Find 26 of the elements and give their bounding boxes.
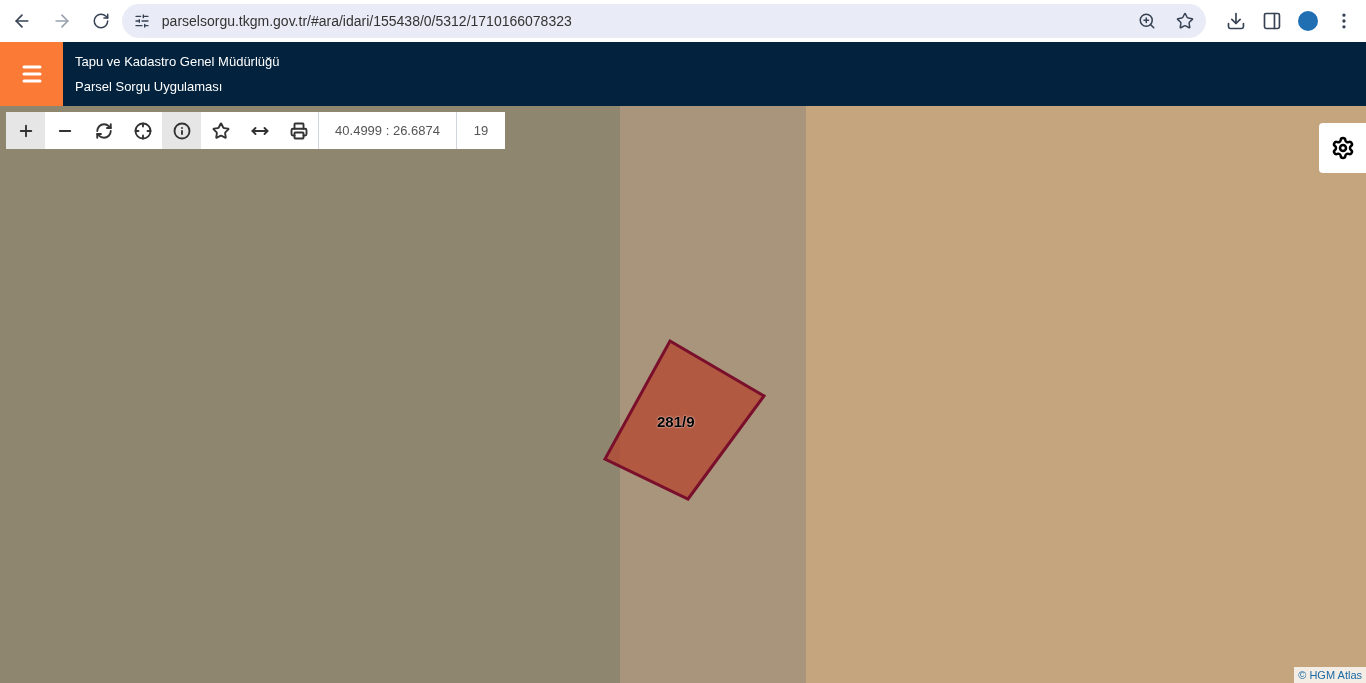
menu-button[interactable] bbox=[0, 42, 63, 106]
profile-avatar[interactable] bbox=[1298, 11, 1319, 31]
info-button[interactable] bbox=[162, 112, 201, 149]
zoom-in-button[interactable] bbox=[6, 112, 45, 149]
reload-icon[interactable] bbox=[91, 12, 110, 30]
star-icon[interactable] bbox=[211, 121, 230, 140]
parcel-polygon[interactable] bbox=[602, 338, 767, 501]
satellite-map[interactable]: 281/9 40.4999 : 26.6874 19 © HGM Atlas bbox=[0, 106, 1366, 683]
zoom-icon[interactable] bbox=[1138, 12, 1157, 30]
settings-icon[interactable] bbox=[1330, 136, 1355, 160]
address-bar[interactable]: parselsorgu.tkgm.gov.tr/#ara/idari/155438/0/5312/1710166078323 bbox=[121, 4, 1207, 38]
crosshair-icon[interactable] bbox=[133, 121, 152, 140]
zoom-level-display: 19 bbox=[456, 112, 505, 149]
bookmark-icon[interactable] bbox=[1176, 12, 1195, 30]
download-icon[interactable] bbox=[1226, 11, 1247, 31]
side-panel-icon[interactable] bbox=[1262, 11, 1283, 31]
parcel-label: 281/9 bbox=[657, 412, 695, 432]
header-subtitle: Parsel Sorgu Uygulaması bbox=[75, 78, 224, 96]
printer-icon[interactable] bbox=[289, 121, 308, 140]
site-settings-icon[interactable] bbox=[133, 13, 150, 29]
header-title: Tapu ve Kadastro Genel Müdürlüğü bbox=[75, 52, 280, 71]
settings-button[interactable] bbox=[1319, 123, 1366, 173]
coordinates-display: 40.4999 : 26.6874 bbox=[318, 112, 456, 149]
info-icon[interactable] bbox=[172, 121, 191, 140]
url-text: parselsorgu.tkgm.gov.tr/#ara/idari/155438/0/5312/1710166078323 bbox=[161, 11, 573, 31]
refresh-icon[interactable] bbox=[94, 121, 113, 140]
